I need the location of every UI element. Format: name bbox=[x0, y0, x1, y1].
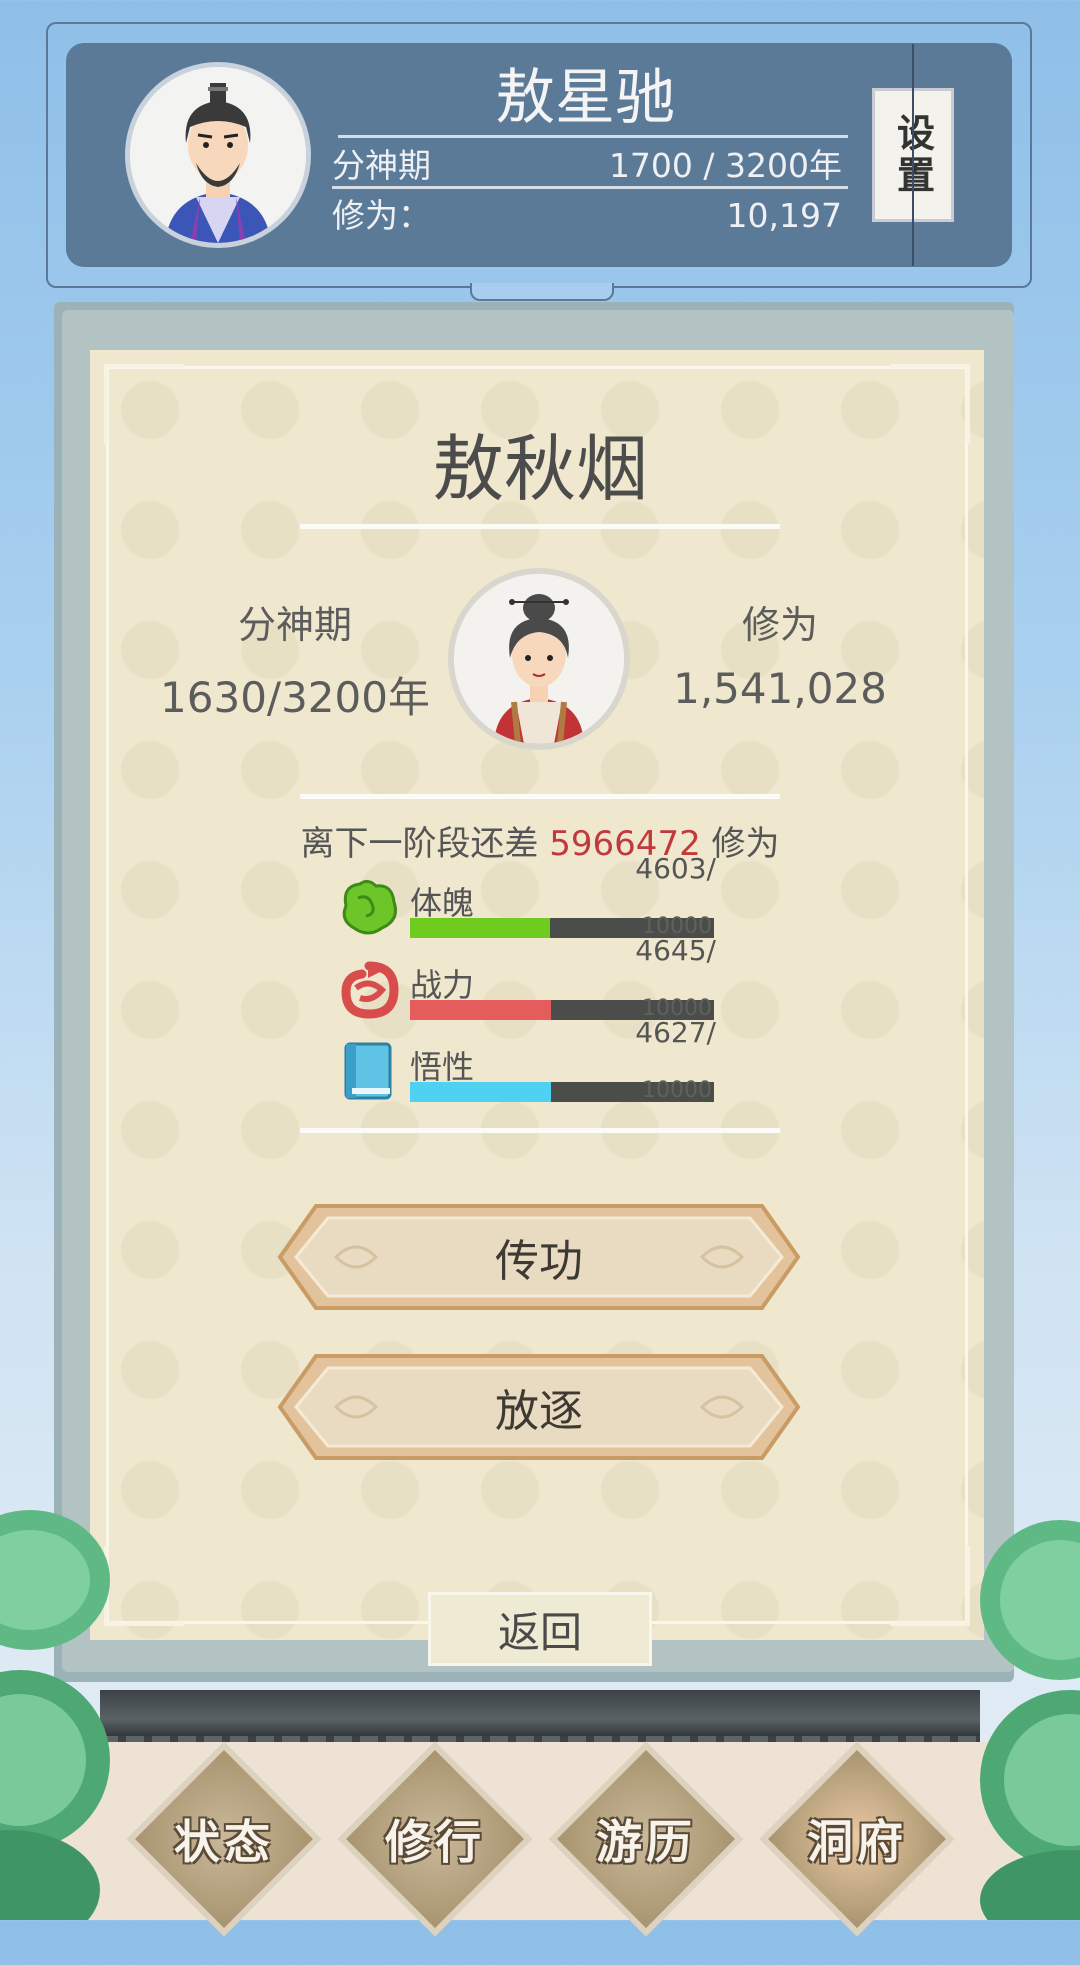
disciple-cultivation-value: 1,541,028 bbox=[673, 664, 887, 713]
player-name: 敖星驰 bbox=[495, 63, 675, 133]
transmit-label: 传功 bbox=[495, 1236, 583, 1287]
exile-button[interactable]: 放逐 bbox=[276, 1352, 802, 1462]
player-age: 1700 / 3200年 bbox=[608, 146, 842, 185]
disciple-age: 1630/3200年 bbox=[160, 673, 430, 722]
title-divider bbox=[300, 524, 780, 529]
header-tab bbox=[470, 283, 614, 301]
scholar-portrait-icon bbox=[130, 67, 306, 243]
corner-ornament bbox=[890, 1546, 970, 1626]
nav-status-label: 状态 bbox=[174, 1815, 274, 1869]
corner-ornament bbox=[104, 364, 184, 444]
transmit-button[interactable]: 传功 bbox=[276, 1202, 802, 1312]
nav-cultivate-label: 修行 bbox=[385, 1815, 485, 1869]
player-cultivation-label: 修为： bbox=[332, 196, 431, 235]
header-divider bbox=[338, 135, 848, 138]
nav-travel-label: 游历 bbox=[596, 1815, 696, 1869]
player-cultivation-value: 10,197 bbox=[726, 196, 842, 235]
attribute-bar-fill bbox=[410, 918, 550, 938]
body-icon bbox=[342, 879, 397, 935]
disciple-avatar bbox=[448, 568, 630, 750]
roof-tiles bbox=[100, 1690, 980, 1738]
disciple-cultivation-label: 修为 bbox=[741, 603, 818, 647]
attributes-divider bbox=[300, 1128, 780, 1133]
pine-tree-right-icon bbox=[980, 1520, 1080, 1920]
attribute-value: 4645/ bbox=[635, 934, 716, 967]
corner-ornament bbox=[890, 364, 970, 444]
attribute-value: 4603/ bbox=[635, 852, 716, 885]
pine-tree-left-icon bbox=[0, 1510, 110, 1920]
exile-label: 放逐 bbox=[495, 1386, 583, 1437]
disciple-name: 敖秋烟 bbox=[431, 427, 648, 511]
book-icon bbox=[344, 1042, 392, 1100]
attribute-bar-fill bbox=[410, 1082, 551, 1102]
attribute-bar-fill bbox=[410, 1000, 552, 1020]
dragon-icon bbox=[341, 961, 399, 1019]
back-button[interactable]: 返回 bbox=[428, 1592, 652, 1666]
next-stage-suffix: 修为 bbox=[711, 824, 780, 864]
player-realm: 分神期 bbox=[332, 146, 431, 185]
settings-cord bbox=[912, 44, 914, 266]
player-avatar[interactable] bbox=[125, 62, 311, 248]
stats-divider bbox=[300, 794, 780, 799]
attribute-value: 4627/ bbox=[635, 1016, 716, 1049]
next-stage-info: 离下一阶段还差 5966472 修为 bbox=[230, 816, 850, 865]
nav-cave-abode-label: 洞府 bbox=[807, 1815, 907, 1869]
attribute-max: 10000 bbox=[642, 1078, 712, 1103]
header-divider bbox=[332, 186, 848, 189]
attribute-bar: 10000 bbox=[410, 1078, 714, 1103]
disciple-realm: 分神期 bbox=[237, 603, 352, 647]
next-stage-prefix: 离下一阶段还差 bbox=[300, 824, 539, 864]
female-disciple-portrait-icon bbox=[454, 574, 624, 744]
